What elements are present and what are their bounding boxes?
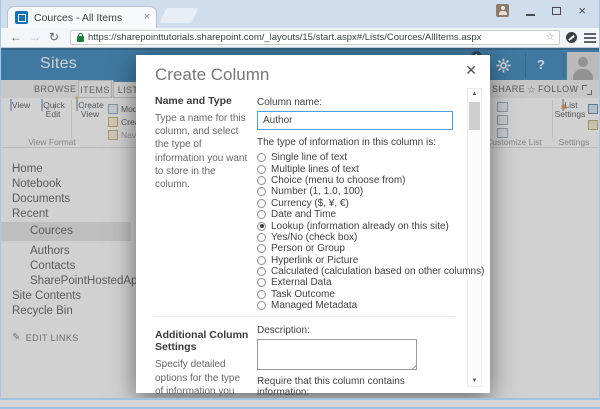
radio-label: Date and Time xyxy=(271,209,336,220)
radio-icon[interactable] xyxy=(257,153,266,162)
radio-option-task-outcome[interactable]: Task Outcome xyxy=(257,289,455,300)
type-question-label: The type of information in this column i… xyxy=(257,137,455,148)
radio-option-multiple-lines[interactable]: Multiple lines of text xyxy=(257,163,455,174)
radio-label: Person or Group xyxy=(271,243,345,254)
radio-icon[interactable] xyxy=(257,290,266,299)
radio-option-lookup[interactable]: Lookup (information already on this site… xyxy=(257,220,455,231)
radio-option-person-group[interactable]: Person or Group xyxy=(257,243,455,254)
description-label: Description: xyxy=(257,325,455,336)
section-name-and-type: Name and Type Type a name for this colum… xyxy=(155,87,455,311)
window-close-icon[interactable]: × xyxy=(578,4,586,17)
column-name-input[interactable] xyxy=(257,111,453,130)
radio-icon[interactable] xyxy=(257,301,266,310)
window-maximize-icon[interactable] xyxy=(552,7,561,15)
reload-icon[interactable]: ↻ xyxy=(49,30,59,44)
tab-close-icon[interactable]: × xyxy=(144,12,150,23)
dialog-title: Create Column xyxy=(155,65,269,85)
new-tab-button[interactable] xyxy=(160,8,199,23)
radio-icon[interactable] xyxy=(257,278,266,287)
radio-icon[interactable] xyxy=(257,210,266,219)
radio-option-managed-metadata[interactable]: Managed Metadata xyxy=(257,300,455,311)
section-description: Type a name for this column, and select … xyxy=(155,112,249,191)
radio-icon[interactable] xyxy=(257,165,266,174)
radio-label: Multiple lines of text xyxy=(271,164,359,175)
https-lock-icon[interactable] xyxy=(77,36,84,42)
window-frame-bottom xyxy=(0,398,600,409)
radio-label: Single line of text xyxy=(271,152,347,163)
radio-label: Task Outcome xyxy=(271,289,335,300)
radio-icon[interactable] xyxy=(257,176,266,185)
radio-label: External Data xyxy=(271,277,332,288)
radio-label: Managed Metadata xyxy=(271,300,357,311)
url-text[interactable]: https://sharepointtutorials.sharepoint.c… xyxy=(88,32,542,43)
radio-label: Choice (menu to choose from) xyxy=(271,175,406,186)
radio-option-choice[interactable]: Choice (menu to choose from) xyxy=(257,175,455,186)
radio-icon[interactable] xyxy=(257,233,266,242)
radio-option-single-line[interactable]: Single line of text xyxy=(257,152,455,163)
dialog-scrollbar[interactable]: ▲ ▼ xyxy=(467,88,482,387)
radio-icon[interactable] xyxy=(257,267,266,276)
forward-icon[interactable]: → xyxy=(29,30,41,44)
type-options-list: Single line of text Multiple lines of te… xyxy=(257,152,455,311)
description-textarea[interactable] xyxy=(257,339,417,370)
radio-icon-checked[interactable] xyxy=(257,222,266,231)
require-question-label: Require that this column contains inform… xyxy=(257,376,455,398)
back-icon[interactable]: ← xyxy=(10,30,22,44)
radio-option-yes-no[interactable]: Yes/No (check box) xyxy=(257,232,455,243)
page-viewport: Sites 1 xyxy=(0,48,600,400)
radio-label: Yes/No (check box) xyxy=(271,232,357,243)
dialog-close-icon[interactable]: ✕ xyxy=(465,63,477,77)
menu-hamburger-icon[interactable] xyxy=(584,33,596,35)
create-column-dialog: Create Column ✕ ▲ ▼ Name and Type Type a… xyxy=(136,55,490,393)
tab-strip: Cources - All Items × × xyxy=(0,0,600,28)
radio-icon[interactable] xyxy=(257,244,266,253)
radio-option-date-time[interactable]: Date and Time xyxy=(257,209,455,220)
tab-title: Cources - All Items xyxy=(34,12,140,24)
column-name-label: Column name: xyxy=(257,97,455,108)
sharepoint-favicon xyxy=(15,11,28,24)
section-description: Specify detailed options for the type of… xyxy=(155,358,249,400)
browser-tab[interactable]: Cources - All Items × xyxy=(7,6,157,28)
radio-label: Number (1, 1.0, 100) xyxy=(271,186,363,197)
browser-window: Cources - All Items × × ← → ↻ https://sh… xyxy=(0,0,600,409)
browser-toolbar: ← → ↻ https://sharepointtutorials.sharep… xyxy=(0,28,600,48)
bookmark-star-icon[interactable]: ☆ xyxy=(545,32,555,43)
section-additional-settings: Additional Column Settings Specify detai… xyxy=(155,316,455,400)
section-heading: Additional Column Settings xyxy=(155,329,249,353)
radio-label: Currency ($, ¥, €) xyxy=(271,198,349,209)
radio-label: Lookup (information already on this site… xyxy=(271,221,449,232)
extension-icon[interactable] xyxy=(566,32,577,43)
scroll-up-icon[interactable]: ▲ xyxy=(468,91,481,97)
radio-option-external-data[interactable]: External Data xyxy=(257,277,455,288)
scrollbar-thumb[interactable] xyxy=(469,102,480,130)
window-frame xyxy=(0,0,1,409)
radio-option-currency[interactable]: Currency ($, ¥, €) xyxy=(257,198,455,209)
radio-icon[interactable] xyxy=(257,187,266,196)
radio-option-calculated[interactable]: Calculated (calculation based on other c… xyxy=(257,266,455,277)
browser-profile-icon[interactable] xyxy=(496,4,509,17)
radio-icon[interactable] xyxy=(257,256,266,265)
window-minimize-icon[interactable] xyxy=(526,14,535,16)
radio-label: Hyperlink or Picture xyxy=(271,255,358,266)
scroll-down-icon[interactable]: ▼ xyxy=(468,378,481,384)
radio-option-number[interactable]: Number (1, 1.0, 100) xyxy=(257,186,455,197)
address-bar[interactable]: https://sharepointtutorials.sharepoint.c… xyxy=(70,30,560,45)
section-heading: Name and Type xyxy=(155,95,249,107)
radio-label: Calculated (calculation based on other c… xyxy=(271,266,484,277)
radio-option-hyperlink-picture[interactable]: Hyperlink or Picture xyxy=(257,255,455,266)
radio-icon[interactable] xyxy=(257,199,266,208)
